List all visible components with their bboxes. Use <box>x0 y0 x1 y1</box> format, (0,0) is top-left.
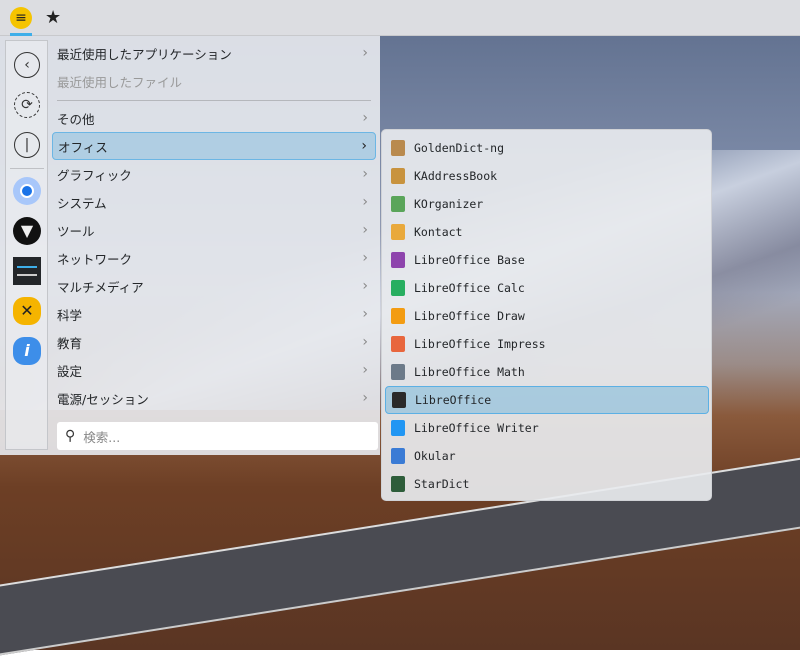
app-item[interactable]: LibreOffice Base <box>385 246 709 274</box>
category-label: 科学 <box>57 307 83 323</box>
app-item[interactable]: Okular <box>385 442 709 470</box>
app-label: LibreOffice Impress <box>414 337 546 351</box>
menu-separator <box>57 100 371 101</box>
office-submenu: GoldenDict-ng KAddressBook KOrganizer Konta… <box>381 129 712 501</box>
chevron-right-icon: › <box>362 166 368 182</box>
app-item[interactable]: KOrganizer <box>385 190 709 218</box>
sidebar-separator <box>10 168 44 169</box>
category-item[interactable]: 科学 › <box>52 300 376 328</box>
app-icon <box>391 308 405 324</box>
chromium-icon[interactable] <box>12 176 42 206</box>
chevron-right-icon: › <box>362 334 368 350</box>
category-item[interactable]: システム › <box>52 188 376 216</box>
category-item[interactable]: 電源/セッション › <box>52 384 376 412</box>
app-label: LibreOffice Math <box>414 365 525 379</box>
search-input[interactable]: ⚲ 検索... <box>57 422 378 450</box>
chevron-right-icon: › <box>362 45 368 61</box>
category-label: ツール <box>57 223 95 239</box>
category-item[interactable]: グラフィック › <box>52 160 376 188</box>
hamburger-icon[interactable]: ≡ <box>10 7 32 29</box>
top-bar: ≡ ★ <box>0 0 800 36</box>
moth-app-icon[interactable]: ▼ <box>12 216 42 246</box>
app-item[interactable]: GoldenDict-ng <box>385 134 709 162</box>
refresh-icon[interactable]: ⟳ <box>12 90 42 120</box>
category-label: マルチメディア <box>57 279 144 295</box>
app-icon <box>391 420 405 436</box>
category-item[interactable]: その他 › <box>52 104 376 132</box>
app-icon <box>392 392 406 408</box>
app-label: LibreOffice Base <box>414 253 525 267</box>
chevron-right-icon: › <box>362 306 368 322</box>
tools-icon[interactable]: ✕ <box>12 296 42 326</box>
app-label: LibreOffice Writer <box>414 421 539 435</box>
category-label: その他 <box>57 111 95 127</box>
app-icon <box>391 364 405 380</box>
app-label: Kontact <box>414 225 463 239</box>
chevron-right-icon: › <box>362 362 368 378</box>
app-label: LibreOffice Calc <box>414 281 525 295</box>
app-item[interactable]: LibreOffice Writer <box>385 414 709 442</box>
app-label: LibreOffice Draw <box>414 309 525 323</box>
category-label: システム <box>57 195 107 211</box>
app-label: GoldenDict-ng <box>414 141 505 155</box>
app-icon <box>391 336 405 352</box>
category-item[interactable]: ネットワーク › <box>52 244 376 272</box>
power-icon[interactable]: | <box>12 130 42 160</box>
category-label: オフィス <box>58 139 108 155</box>
chevron-right-icon: › <box>362 222 368 238</box>
search-placeholder: 検索... <box>83 429 121 445</box>
category-label: 教育 <box>57 335 83 351</box>
app-icon <box>391 448 405 464</box>
app-label: KOrganizer <box>414 197 484 211</box>
app-icon <box>391 224 405 240</box>
category-label: 最近使用したアプリケーション <box>57 46 232 62</box>
sidebar: ‹ ⟳ | ▼ ✕ i <box>5 40 48 450</box>
category-label: グラフィック <box>57 167 132 183</box>
app-icon <box>391 196 405 212</box>
app-icon <box>391 140 405 156</box>
app-item[interactable]: Kontact <box>385 218 709 246</box>
info-icon[interactable]: i <box>12 336 42 366</box>
category-item[interactable]: マルチメディア › <box>52 272 376 300</box>
app-menu-panel: ‹ ⟳ | ▼ ✕ i 最近使用したアプリケーション › 最近使用したファイル その他… <box>0 36 380 455</box>
search-icon: ⚲ <box>65 428 76 444</box>
category-label: ネットワーク <box>57 251 133 267</box>
chevron-right-icon: › <box>362 278 368 294</box>
app-icon <box>391 280 405 296</box>
app-label: LibreOffice <box>415 393 492 407</box>
app-item[interactable]: StarDict <box>385 470 709 498</box>
app-icon <box>391 476 405 492</box>
category-label: 電源/セッション <box>57 391 149 407</box>
app-item[interactable]: LibreOffice Calc <box>385 274 709 302</box>
app-icon <box>391 252 405 268</box>
chevron-right-icon: › <box>362 390 368 406</box>
back-icon[interactable]: ‹ <box>12 50 42 80</box>
category-item[interactable]: 教育 › <box>52 328 376 356</box>
chevron-right-icon: › <box>362 194 368 210</box>
app-item[interactable]: LibreOffice Draw <box>385 302 709 330</box>
chevron-right-icon: › <box>361 138 367 154</box>
app-icon <box>391 168 405 184</box>
chevron-right-icon: › <box>362 110 368 126</box>
category-label: 最近使用したファイル <box>57 74 183 90</box>
app-item[interactable]: LibreOffice Math <box>385 358 709 386</box>
category-item[interactable]: ツール › <box>52 216 376 244</box>
category-item[interactable]: 設定 › <box>52 356 376 384</box>
app-item[interactable]: LibreOffice <box>385 386 709 414</box>
category-item[interactable]: 最近使用したファイル <box>52 67 376 95</box>
category-item[interactable]: 最近使用したアプリケーション › <box>52 39 376 67</box>
category-label: 設定 <box>57 363 83 379</box>
app-label: KAddressBook <box>414 169 498 183</box>
app-label: Okular <box>414 449 456 463</box>
category-item[interactable]: オフィス › <box>52 132 376 160</box>
app-item[interactable]: KAddressBook <box>385 162 709 190</box>
app-label: StarDict <box>414 477 470 491</box>
star-icon[interactable]: ★ <box>45 7 61 28</box>
chevron-right-icon: › <box>362 250 368 266</box>
control-panel-icon[interactable] <box>12 256 42 286</box>
app-item[interactable]: LibreOffice Impress <box>385 330 709 358</box>
